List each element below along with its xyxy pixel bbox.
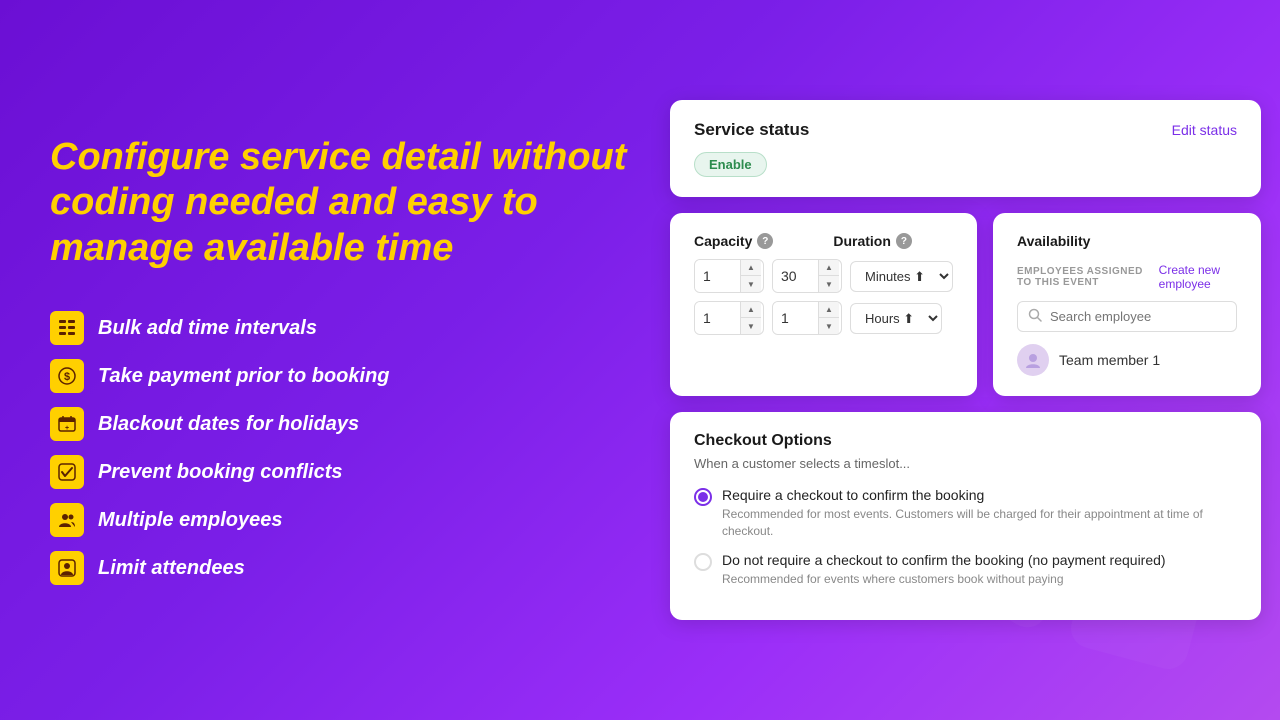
checkout-radio-1[interactable] <box>694 488 712 506</box>
capacity-duration-row2: ▲ ▼ ▲ ▼ Hours ⬆ Minutes <box>694 301 953 335</box>
duration-unit-select-2[interactable]: Hours ⬆ Minutes <box>850 303 942 334</box>
service-status-card: Service status Edit status Enable <box>670 100 1261 197</box>
checkout-radio-2[interactable] <box>694 553 712 571</box>
checkout-option-1-text: Require a checkout to confirm the bookin… <box>722 487 1237 540</box>
search-wrapper <box>1017 301 1237 332</box>
capacity-spin-down-2[interactable]: ▼ <box>741 318 761 334</box>
feature-text-payment: Take payment prior to booking <box>98 365 390 388</box>
duration-spin-2: ▲ ▼ <box>818 302 839 334</box>
duration-spin-up-2[interactable]: ▲ <box>819 302 839 318</box>
employees-assigned-label: EMPLOYEES ASSIGNED TO THIS EVENT <box>1017 266 1159 288</box>
feature-item-conflicts: Prevent booking conflicts <box>50 455 630 489</box>
svg-text:+: + <box>65 425 69 432</box>
team-member-avatar <box>1017 344 1049 376</box>
capacity-field-2[interactable] <box>695 302 740 334</box>
duration-label: Duration ? <box>833 233 912 249</box>
blackout-icon: + <box>50 407 84 441</box>
availability-title: Availability <box>1017 233 1237 249</box>
search-icon <box>1028 308 1042 325</box>
duration-help-icon[interactable]: ? <box>896 233 912 249</box>
employees-icon <box>50 503 84 537</box>
duration-spin-down-1[interactable]: ▼ <box>819 276 839 292</box>
duration-unit-select-1[interactable]: Minutes ⬆ Hours <box>850 261 953 292</box>
service-status-title: Service status <box>694 120 809 140</box>
capacity-field-1[interactable] <box>695 260 740 292</box>
checkout-title: Checkout Options <box>694 432 1237 450</box>
attendees-icon <box>50 551 84 585</box>
checkout-radio-inner-1 <box>698 492 708 502</box>
feature-text-attendees: Limit attendees <box>98 557 245 580</box>
svg-text:$: $ <box>64 371 70 383</box>
duration-input-2[interactable]: ▲ ▼ <box>772 301 842 335</box>
capacity-spin-up-2[interactable]: ▲ <box>741 302 761 318</box>
duration-spin-down-2[interactable]: ▼ <box>819 318 839 334</box>
duration-input-1[interactable]: ▲ ▼ <box>772 259 842 293</box>
feature-item-bulk-add: Bulk add time intervals <box>50 311 630 345</box>
employees-header: EMPLOYEES ASSIGNED TO THIS EVENT Create … <box>1017 263 1237 291</box>
capacity-input-2[interactable]: ▲ ▼ <box>694 301 764 335</box>
middle-row: Capacity ? Duration ? ▲ ▼ <box>670 213 1261 396</box>
capacity-spin-down-1[interactable]: ▼ <box>741 276 761 292</box>
feature-item-payment: $ Take payment prior to booking <box>50 359 630 393</box>
feature-text-employees: Multiple employees <box>98 509 283 532</box>
service-status-content: Service status Edit status Enable <box>694 120 1237 177</box>
capacity-spin-1: ▲ ▼ <box>740 260 761 292</box>
capacity-duration-header: Capacity ? Duration ? <box>694 233 953 249</box>
enable-badge: Enable <box>694 152 767 177</box>
bulk-add-icon <box>50 311 84 345</box>
checkout-option-1-desc: Recommended for most events. Customers w… <box>722 506 1237 540</box>
duration-spin-1: ▲ ▼ <box>818 260 839 292</box>
duration-field-2[interactable] <box>773 302 818 334</box>
create-employee-link[interactable]: Create new employee <box>1159 263 1237 291</box>
feature-item-blackout: + Blackout dates for holidays <box>50 407 630 441</box>
conflicts-icon <box>50 455 84 489</box>
edit-status-link[interactable]: Edit status <box>1172 122 1237 138</box>
availability-card: Availability EMPLOYEES ASSIGNED TO THIS … <box>993 213 1261 396</box>
capacity-input-1[interactable]: ▲ ▼ <box>694 259 764 293</box>
checkout-option-1[interactable]: Require a checkout to confirm the bookin… <box>694 487 1237 540</box>
feature-text-conflicts: Prevent booking conflicts <box>98 461 342 484</box>
feature-text-blackout: Blackout dates for holidays <box>98 413 359 436</box>
capacity-duration-row1: ▲ ▼ ▲ ▼ Minutes ⬆ Hours <box>694 259 953 293</box>
employee-search-input[interactable] <box>1050 309 1226 324</box>
feature-list: Bulk add time intervals $ Take payment p… <box>50 311 630 585</box>
team-member-row: Team member 1 <box>1017 344 1237 376</box>
left-column: Configure service detail without coding … <box>50 40 630 680</box>
duration-spin-up-1[interactable]: ▲ <box>819 260 839 276</box>
checkout-option-1-main: Require a checkout to confirm the bookin… <box>722 487 1237 503</box>
feature-item-attendees: Limit attendees <box>50 551 630 585</box>
checkout-subtitle: When a customer selects a timeslot... <box>694 456 1237 471</box>
capacity-duration-card: Capacity ? Duration ? ▲ ▼ <box>670 213 977 396</box>
checkout-option-1-label[interactable]: Require a checkout to confirm the bookin… <box>694 487 1237 540</box>
team-member-name: Team member 1 <box>1059 352 1160 368</box>
capacity-spin-up-1[interactable]: ▲ <box>741 260 761 276</box>
payment-icon: $ <box>50 359 84 393</box>
hero-title: Configure service detail without coding … <box>50 135 630 272</box>
capacity-spin-2: ▲ ▼ <box>740 302 761 334</box>
service-status-header: Service status Edit status <box>694 120 1237 140</box>
feature-text-bulk-add: Bulk add time intervals <box>98 317 317 340</box>
duration-field-1[interactable] <box>773 260 818 292</box>
capacity-label: Capacity ? <box>694 233 773 249</box>
feature-item-employees: Multiple employees <box>50 503 630 537</box>
capacity-help-icon[interactable]: ? <box>757 233 773 249</box>
